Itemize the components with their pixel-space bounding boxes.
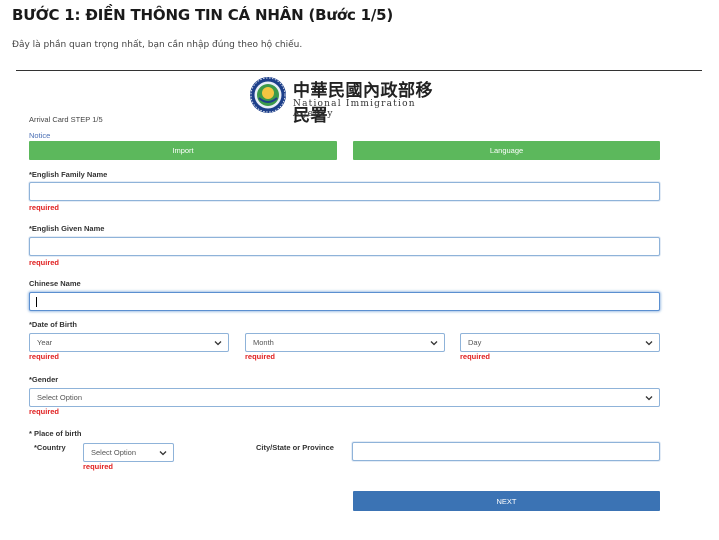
city-label: City/State or Province (256, 443, 334, 452)
dob-year-value: Year (37, 338, 53, 347)
chinese-name-input[interactable] (29, 292, 660, 311)
country-required: required (83, 462, 114, 471)
gender-label: *Gender (29, 375, 59, 384)
step-label: Arrival Card STEP 1/5 (29, 115, 103, 124)
dob-day-value: Day (468, 338, 482, 347)
given-name-label: *English Given Name (29, 224, 105, 233)
chevron-down-icon (430, 341, 438, 346)
dob-month-select[interactable]: Month (245, 333, 445, 352)
gender-value: Select Option (37, 393, 83, 402)
header-divider (16, 70, 702, 71)
gender-required: required (29, 407, 60, 416)
country-select[interactable]: Select Option (83, 443, 174, 462)
place-of-birth-label: * Place of birth (29, 429, 82, 438)
dob-label: *Date of Birth (29, 320, 77, 329)
import-button[interactable]: Import (29, 141, 337, 160)
dob-month-required: required (245, 352, 276, 361)
country-label: *Country (34, 443, 66, 452)
page-title: BƯỚC 1: ĐIỀN THÔNG TIN CÁ NHÂN (Bước 1/5… (12, 6, 394, 24)
next-button[interactable]: NEXT (353, 491, 660, 511)
agency-name-english: National Immigration Agency (293, 99, 416, 119)
given-name-input[interactable] (29, 237, 660, 256)
language-button[interactable]: Language (353, 141, 660, 160)
dob-year-select[interactable]: Year (29, 333, 229, 352)
dob-day-select[interactable]: Day (460, 333, 660, 352)
gender-select[interactable]: Select Option (29, 388, 660, 407)
dob-day-required: required (460, 352, 491, 361)
family-name-required: required (29, 203, 60, 212)
chevron-down-icon (214, 341, 222, 346)
dob-year-required: required (29, 352, 60, 361)
chevron-down-icon (645, 341, 653, 346)
city-input[interactable] (352, 442, 660, 461)
dob-month-value: Month (253, 338, 274, 347)
page-subtitle: Đây là phần quan trọng nhất, bạn cần nhậ… (12, 40, 303, 50)
agency-logo: 中華民國內政部移民署 National Immigration Agency (249, 76, 449, 126)
chinese-name-label: Chinese Name (29, 279, 81, 288)
agency-seal-icon (250, 77, 286, 113)
family-name-label: *English Family Name (29, 170, 108, 179)
chevron-down-icon (645, 396, 653, 401)
given-name-required: required (29, 258, 60, 267)
country-value: Select Option (91, 448, 137, 457)
chevron-down-icon (159, 451, 167, 456)
family-name-input[interactable] (29, 182, 660, 201)
text-caret (36, 297, 37, 307)
notice-link[interactable]: Notice (29, 131, 50, 140)
